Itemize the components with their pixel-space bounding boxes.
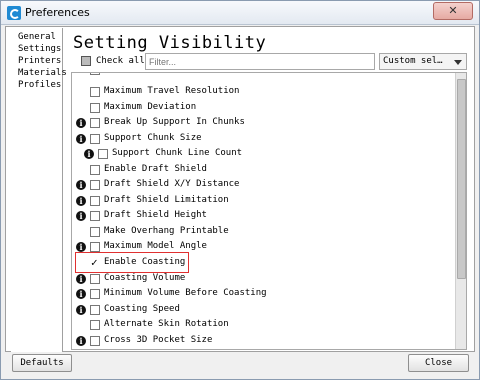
setting-label: Maximum Deviation <box>104 102 197 112</box>
check-all-label: Check all <box>96 56 145 66</box>
sidebar-item-printers[interactable]: Printers <box>18 56 61 66</box>
setting-label: Cross 3D Pocket Size <box>104 335 213 345</box>
setting-label: Coasting Speed <box>104 304 180 314</box>
sidebar: General Settings Printers Materials Prof… <box>11 28 67 352</box>
setting-row: Make Overhang Printable <box>76 225 456 240</box>
list-item-partial <box>90 73 110 80</box>
setting-label: Maximum Travel Resolution <box>104 86 240 96</box>
setting-checkbox[interactable] <box>90 134 100 144</box>
setting-row: i Draft Shield Height <box>76 209 456 224</box>
setting-label: Coasting Volume <box>104 273 186 283</box>
info-icon[interactable]: i <box>76 180 86 190</box>
setting-label: Support Chunk Line Count <box>112 148 243 158</box>
setting-checkbox[interactable] <box>90 305 100 315</box>
setting-checkbox[interactable] <box>90 227 100 237</box>
setting-row: i Minimum Volume Before Coasting <box>76 287 456 302</box>
selection-highlight <box>75 252 189 273</box>
info-icon[interactable]: i <box>76 274 86 284</box>
setting-row: i Support Chunk Line Count <box>76 147 456 162</box>
setting-checkbox[interactable] <box>90 242 100 252</box>
setting-checkbox[interactable] <box>90 196 100 206</box>
setting-checkbox[interactable] <box>90 165 100 175</box>
sidebar-item-general[interactable]: General <box>18 32 56 42</box>
setting-checkbox[interactable] <box>90 320 100 330</box>
setting-label: Enable Draft Shield <box>104 164 207 174</box>
info-icon[interactable]: i <box>76 289 86 299</box>
dropdown-value: Custom sel… <box>383 56 443 66</box>
setting-checkbox[interactable] <box>90 103 100 113</box>
setting-label: Maximum Model Angle <box>104 241 207 251</box>
setting-row: i Support Chunk Size <box>76 132 456 147</box>
info-icon[interactable]: i <box>76 211 86 221</box>
info-icon[interactable]: i <box>76 242 86 252</box>
sidebar-item-materials[interactable]: Materials <box>18 68 67 78</box>
close-button[interactable]: Close <box>408 354 469 372</box>
setting-checkbox[interactable] <box>90 73 100 75</box>
setting-checkbox[interactable] <box>90 289 100 299</box>
setting-label: Alternate Skin Rotation <box>104 319 229 329</box>
sidebar-item-profiles[interactable]: Profiles <box>18 80 61 90</box>
title-bar: Preferences ✕ <box>1 1 479 25</box>
setting-row: Maximum Deviation <box>76 101 456 116</box>
close-icon[interactable]: ✕ <box>433 2 473 20</box>
window-title: Preferences <box>25 6 90 19</box>
defaults-button[interactable]: Defaults <box>12 354 72 372</box>
setting-row: Maximum Travel Resolution <box>76 85 456 100</box>
filter-input[interactable] <box>145 53 375 70</box>
info-icon[interactable]: i <box>76 336 86 346</box>
setting-row: i Coasting Volume <box>76 272 456 287</box>
setting-row: i Coasting Speed <box>76 303 456 318</box>
sidebar-item-settings[interactable]: Settings <box>18 44 61 54</box>
scrollbar-thumb[interactable] <box>457 79 466 279</box>
setting-row: i Cross 3D Pocket Size <box>76 334 456 349</box>
setting-checkbox[interactable] <box>90 336 100 346</box>
setting-row: Enable Draft Shield <box>76 163 456 178</box>
setting-label: Support Chunk Size <box>104 133 202 143</box>
page-title: Setting Visibility <box>73 33 267 53</box>
setting-checkbox[interactable] <box>90 274 100 284</box>
setting-checkbox[interactable] <box>98 149 108 159</box>
visibility-preset-dropdown[interactable]: Custom sel… <box>379 53 467 70</box>
setting-row: i Break Up Support In Chunks <box>76 116 456 131</box>
setting-row: Alternate Skin Rotation <box>76 318 456 333</box>
info-icon[interactable]: i <box>84 149 94 159</box>
setting-row: i Draft Shield Limitation <box>76 194 456 209</box>
setting-label: Make Overhang Printable <box>104 226 229 236</box>
info-icon[interactable]: i <box>76 305 86 315</box>
preferences-window: Preferences ✕ General Settings Printers … <box>0 0 480 380</box>
info-icon[interactable]: i <box>76 118 86 128</box>
setting-label: Draft Shield X/Y Distance <box>104 179 240 189</box>
setting-label: Draft Shield Height <box>104 210 207 220</box>
setting-checkbox[interactable] <box>90 180 100 190</box>
info-icon[interactable]: i <box>76 134 86 144</box>
setting-checkbox[interactable] <box>90 87 100 97</box>
app-icon <box>7 6 21 20</box>
chevron-down-icon <box>454 60 462 65</box>
info-icon[interactable]: i <box>76 196 86 206</box>
setting-checkbox[interactable] <box>90 211 100 221</box>
setting-label: Draft Shield Limitation <box>104 195 229 205</box>
setting-row: i Draft Shield X/Y Distance <box>76 178 456 193</box>
vertical-scrollbar[interactable] <box>455 73 466 349</box>
setting-label: Minimum Volume Before Coasting <box>104 288 267 298</box>
settings-list: Maximum Travel Resolution Maximum Deviat… <box>71 72 467 350</box>
setting-checkbox[interactable] <box>90 118 100 128</box>
setting-label: Break Up Support In Chunks <box>104 117 245 127</box>
check-all-checkbox[interactable] <box>81 56 91 66</box>
